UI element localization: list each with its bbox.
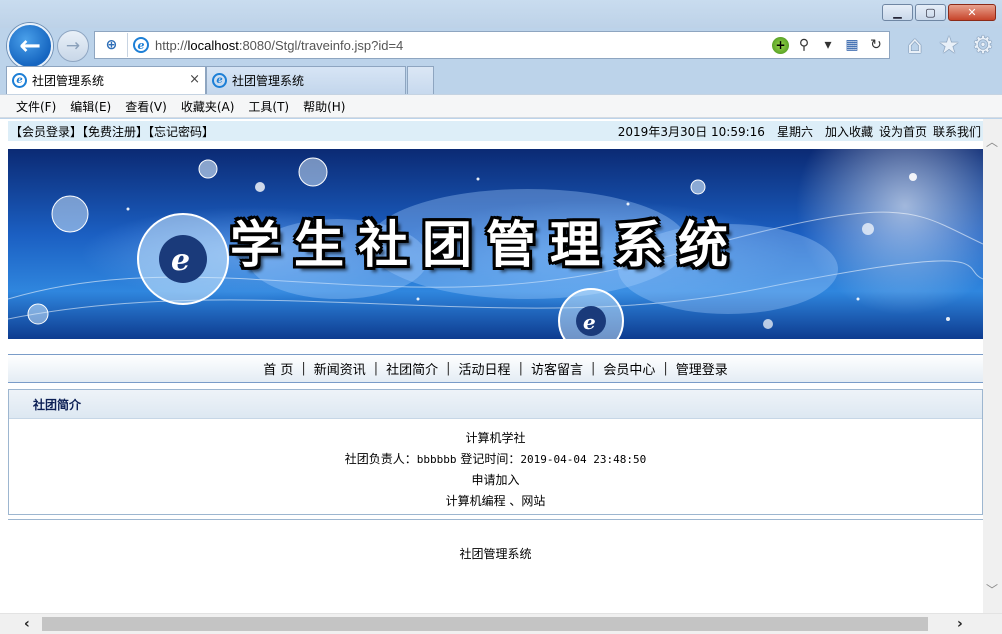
search-icon[interactable]: ⚲ xyxy=(795,37,813,53)
site-footer: 社团管理系统 xyxy=(8,519,983,613)
favorites-star-icon[interactable]: ★ xyxy=(936,31,962,59)
nav-separator: | xyxy=(663,361,668,376)
ie-page-icon: e xyxy=(133,37,149,53)
browser-right-icons: ⌂ ★ ⚙ xyxy=(902,31,996,59)
apply-join-link[interactable]: 申请加入 xyxy=(9,470,982,491)
menu-bar: 文件(F) 编辑(E) 查看(V) 收藏夹(A) 工具(T) 帮助(H) xyxy=(0,94,1002,118)
compatibility-icon[interactable]: + xyxy=(772,36,789,54)
nav-member-center[interactable]: 会员中心 xyxy=(601,359,657,378)
topbar-right: 2019年3月30日 10:59:16 星期六 加入收藏 设为首页 联系我们 xyxy=(618,123,981,140)
menu-view[interactable]: 查看(V) xyxy=(118,98,174,115)
section-title: 社团简介 xyxy=(9,390,982,419)
maximize-button[interactable]: ▢ xyxy=(915,4,946,21)
club-meta: 社团负责人：bbbbbb 登记时间：2019-04-04 23:48:50 xyxy=(9,449,982,470)
menu-help[interactable]: 帮助(H) xyxy=(296,98,352,115)
add-bookmark-link[interactable]: 加入收藏 xyxy=(825,123,873,140)
minimize-button[interactable]: ▁ xyxy=(882,4,913,21)
scroll-down-icon[interactable]: ﹀ xyxy=(986,581,998,598)
new-tab-button[interactable] xyxy=(407,66,434,94)
nav-separator: | xyxy=(590,361,596,376)
member-login-link[interactable]: 【会员登录】 xyxy=(10,125,82,139)
site-links: 加入收藏 设为首页 联系我们 xyxy=(825,123,981,140)
address-tools: + ⚲ ▾ ▦ ↻ xyxy=(772,35,885,55)
club-description: 计算机编程 、网站 xyxy=(445,494,546,508)
banner-title: 学生社团管理系统 xyxy=(230,215,742,274)
url-text[interactable]: http://localhost:8080/Stgl/traveinfo.jsp… xyxy=(155,38,403,53)
close-tab-icon[interactable]: × xyxy=(189,72,200,87)
nav-admin-login[interactable]: 管理登录 xyxy=(674,359,730,378)
reg-time-value: 2019-04-04 23:48:50 xyxy=(520,453,647,466)
menu-favorites[interactable]: 收藏夹(A) xyxy=(174,98,242,115)
nav-club-intro[interactable]: 社团简介 xyxy=(384,359,440,378)
site-banner: e e 学生社团管理系统 xyxy=(8,149,983,339)
page-viewport: 【会员登录】【免费注册】【忘记密码】 2019年3月30日 10:59:16 星… xyxy=(0,119,1002,634)
set-homepage-link[interactable]: 设为首页 xyxy=(879,123,927,140)
leader-label: 社团负责人： xyxy=(344,452,417,466)
close-window-button[interactable]: ✕ xyxy=(948,4,996,21)
nav-home[interactable]: 首 页 xyxy=(261,359,295,378)
tab-label: 社团管理系统 xyxy=(32,74,105,88)
scroll-up-icon[interactable]: ︿ xyxy=(986,133,998,150)
nav-schedule[interactable]: 活动日程 xyxy=(457,359,513,378)
window-controls: ▁ ▢ ✕ xyxy=(882,4,996,21)
settings-gear-icon[interactable]: ⚙ xyxy=(970,31,996,59)
scroll-left-icon[interactable]: ‹ xyxy=(24,616,30,632)
tab-inactive[interactable]: e 社团管理系统 xyxy=(206,66,406,94)
nav-separator: | xyxy=(446,361,451,376)
register-link[interactable]: 【免费注册】 xyxy=(82,125,148,139)
ie-tab-icon: e xyxy=(212,73,227,88)
contact-link[interactable]: 联系我们 xyxy=(933,123,981,140)
club-name: 计算机学社 xyxy=(465,431,526,445)
account-links: 【会员登录】【免费注册】【忘记密码】 xyxy=(10,123,214,140)
vertical-scrollbar[interactable]: ︿ ﹀ xyxy=(983,119,1002,613)
back-button[interactable]: ← xyxy=(7,23,53,69)
page-content: 【会员登录】【免费注册】【忘记密码】 2019年3月30日 10:59:16 星… xyxy=(8,119,983,613)
tab-bar: e 社团管理系统 × e 社团管理系统 xyxy=(0,64,1002,94)
nav-guestbook[interactable]: 访客留言 xyxy=(529,359,585,378)
weekday: 星期六 xyxy=(776,124,813,139)
ie-tab-icon: e xyxy=(12,73,27,88)
forgot-password-link[interactable]: 【忘记密码】 xyxy=(148,125,214,139)
nav-separator: | xyxy=(301,361,306,376)
feed-icon[interactable]: ▦ xyxy=(843,37,861,53)
club-info-body: 计算机学社 社团负责人：bbbbbb 登记时间：2019-04-04 23:48… xyxy=(9,419,982,512)
reg-time-label: 登记时间： xyxy=(460,452,521,466)
menu-edit[interactable]: 编辑(E) xyxy=(63,98,118,115)
site-topbar: 【会员登录】【免费注册】【忘记密码】 2019年3月30日 10:59:16 星… xyxy=(8,121,983,141)
svg-text:e: e xyxy=(583,310,596,334)
refresh-icon[interactable]: ↻ xyxy=(867,37,885,53)
horizontal-scrollbar[interactable]: ‹ › xyxy=(0,613,1002,634)
nav-separator: | xyxy=(518,361,523,376)
leader-value: bbbbbb xyxy=(416,453,457,466)
home-icon[interactable]: ⌂ xyxy=(902,31,928,59)
scrollbar-thumb[interactable] xyxy=(42,617,928,631)
tab-active[interactable]: e 社团管理系统 × xyxy=(6,66,206,94)
forward-button[interactable]: → xyxy=(57,30,89,62)
browser-navbar: ← → ⊕ e http://localhost:8080/Stgl/trave… xyxy=(0,22,1002,69)
nav-news[interactable]: 新闻资讯 xyxy=(312,359,368,378)
address-bar[interactable]: ⊕ e http://localhost:8080/Stgl/traveinfo… xyxy=(94,31,890,59)
chevron-down-icon[interactable]: ▾ xyxy=(819,37,837,53)
nav-separator: | xyxy=(373,361,379,376)
shield-icon[interactable]: ⊕ xyxy=(96,33,128,57)
menu-file[interactable]: 文件(F) xyxy=(9,98,63,115)
menu-tools[interactable]: 工具(T) xyxy=(241,98,296,115)
footer-text: 社团管理系统 xyxy=(459,547,532,561)
date-time: 2019年3月30日 10:59:16 xyxy=(617,124,765,139)
scroll-right-icon[interactable]: › xyxy=(957,616,963,632)
main-nav: 首 页 | 新闻资讯 | 社团简介 | 活动日程 | 访客留言 | 会员中心 |… xyxy=(8,354,983,383)
tab-label: 社团管理系统 xyxy=(232,74,305,88)
club-info-panel: 社团简介 计算机学社 社团负责人：bbbbbb 登记时间：2019-04-04 … xyxy=(8,389,983,515)
svg-text:e: e xyxy=(171,243,190,278)
